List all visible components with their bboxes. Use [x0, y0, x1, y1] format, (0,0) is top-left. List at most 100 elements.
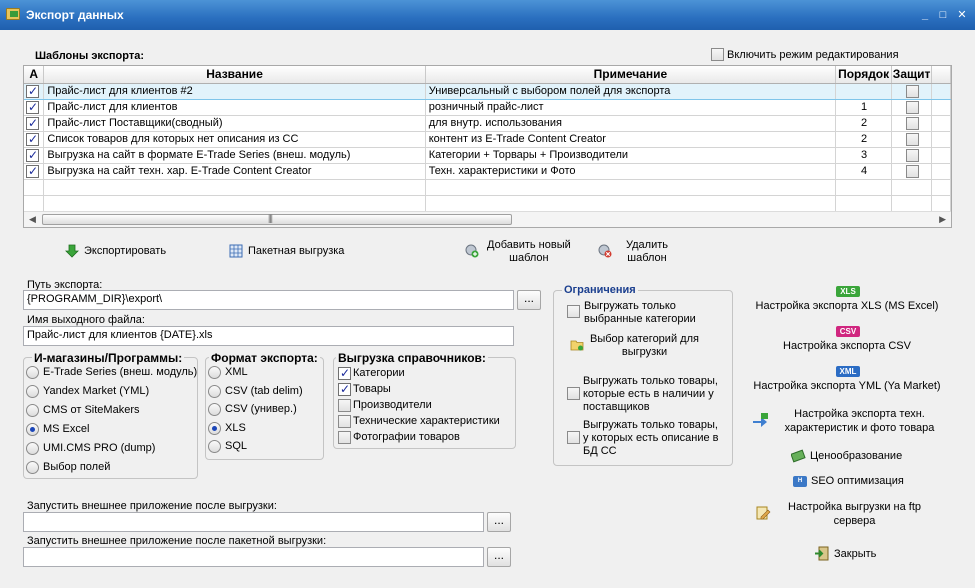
ref-checkbox[interactable] — [338, 382, 351, 396]
seo-button[interactable]: SEO оптимизация — [811, 475, 904, 487]
row-note[interactable]: Универсальный с выбором полей для экспор… — [425, 82, 837, 100]
delete-template-button[interactable]: Удалить шаблон — [598, 238, 678, 266]
pricing-button[interactable]: Ценообразование — [810, 450, 902, 462]
scroll-thumb[interactable] — [42, 213, 512, 225]
ref-checkbox[interactable] — [338, 431, 351, 444]
col-name[interactable]: Название — [43, 66, 426, 84]
maximize-button[interactable]: □ — [936, 9, 950, 21]
scroll-right-icon[interactable]: ▶ — [939, 214, 946, 225]
row-active-checkbox[interactable] — [26, 148, 39, 162]
ftp-settings-button[interactable]: Настройка выгрузки на ftp сервера — [777, 500, 932, 528]
row-protected-checkbox[interactable] — [906, 164, 920, 178]
xls-settings-button[interactable]: Настройка экспорта XLS (MS Excel) — [752, 300, 942, 312]
row-name[interactable]: Выгрузка на сайт техн. хар. E-Trade Cont… — [43, 163, 426, 180]
row-note[interactable]: Категории + Торвары + Производители — [425, 147, 837, 164]
edit-mode-checkbox[interactable] — [711, 48, 724, 61]
row-protected-checkbox[interactable] — [906, 116, 920, 130]
close-button[interactable]: Закрыть — [834, 548, 876, 560]
table-row[interactable]: Список товаров для которых нет описания … — [24, 131, 951, 148]
row-protected-checkbox[interactable] — [906, 84, 920, 98]
export-path-input[interactable]: {PROGRAMM_DIR}\export\ — [23, 290, 514, 310]
row-note[interactable]: розничный прайс-лист — [425, 99, 837, 116]
only-selected-categories-checkbox[interactable] — [567, 305, 580, 318]
only-in-stock-checkbox[interactable] — [567, 387, 580, 400]
choose-categories-button[interactable]: Выбор категорий для выгрузки — [570, 332, 720, 360]
ref-checkbox[interactable] — [338, 415, 351, 428]
row-active-checkbox[interactable] — [26, 100, 39, 114]
close-window-button[interactable]: ✕ — [955, 9, 969, 21]
external-after-browse-button[interactable]: ... — [487, 512, 511, 532]
row-protected-cell[interactable] — [891, 99, 933, 116]
col-note[interactable]: Примечание — [425, 66, 837, 84]
tech-settings-button[interactable]: Настройка экспорта техн. характеристик и… — [772, 407, 947, 435]
row-name[interactable]: Список товаров для которых нет описания … — [43, 131, 426, 148]
row-active-cell[interactable] — [24, 99, 45, 116]
row-order[interactable] — [835, 82, 893, 100]
row-name[interactable]: Прайс-лист для клиентов #2 — [43, 82, 426, 100]
table-row[interactable]: Выгрузка на сайт техн. хар. E-Trade Cont… — [24, 163, 951, 180]
row-order[interactable]: 3 — [835, 147, 893, 164]
templates-grid[interactable]: A Название Примечание Порядок Защит Прай… — [23, 65, 952, 228]
row-note[interactable]: для внутр. использования — [425, 115, 837, 132]
minimize-button[interactable]: _ — [918, 9, 932, 21]
output-file-input[interactable]: Прайс-лист для клиентов {DATE}.xls — [23, 326, 514, 346]
format-radio[interactable] — [208, 366, 221, 379]
table-row[interactable]: Выгрузка на сайт в формате E-Trade Serie… — [24, 147, 951, 164]
row-active-cell[interactable] — [24, 115, 45, 132]
row-active-cell[interactable] — [24, 82, 45, 100]
table-row[interactable]: Прайс-лист Поставщики(сводный)для внутр.… — [24, 115, 951, 132]
table-row[interactable]: Прайс-лист для клиентов #2Универсальный … — [24, 82, 951, 100]
shop-radio[interactable] — [26, 404, 39, 417]
format-radio[interactable] — [208, 440, 221, 453]
row-active-cell[interactable] — [24, 147, 45, 164]
yml-settings-button[interactable]: Настройка экспорта YML (Ya Market) — [752, 380, 942, 392]
ref-checkbox[interactable] — [338, 399, 351, 412]
row-protected-checkbox[interactable] — [906, 100, 920, 114]
export-path-browse-button[interactable]: ... — [517, 290, 541, 310]
row-note[interactable]: контент из E-Trade Content Creator — [425, 131, 837, 148]
only-with-description-label: Выгружать только товары, у которых есть … — [583, 419, 719, 457]
row-active-checkbox[interactable] — [26, 84, 39, 98]
external-after-batch-input[interactable] — [23, 547, 484, 567]
row-active-cell[interactable] — [24, 131, 45, 148]
row-protected-cell[interactable] — [891, 82, 933, 100]
shop-radio[interactable] — [26, 385, 39, 398]
format-radio[interactable] — [208, 403, 221, 416]
shop-radio[interactable] — [26, 423, 39, 436]
col-protected[interactable]: Защит — [891, 66, 933, 84]
csv-settings-button[interactable]: Настройка экспорта CSV — [752, 340, 942, 352]
row-name[interactable]: Прайс-лист для клиентов — [43, 99, 426, 116]
shop-radio[interactable] — [26, 442, 39, 455]
scroll-left-icon[interactable]: ◀ — [29, 214, 36, 225]
row-name[interactable]: Прайс-лист Поставщики(сводный) — [43, 115, 426, 132]
row-protected-checkbox[interactable] — [906, 132, 920, 146]
row-note[interactable]: Техн. характеристики и Фото — [425, 163, 837, 180]
format-radio[interactable] — [208, 384, 221, 398]
row-order[interactable]: 2 — [835, 131, 893, 148]
external-after-input[interactable] — [23, 512, 484, 532]
format-radio[interactable] — [208, 421, 221, 435]
col-order[interactable]: Порядок — [835, 66, 893, 84]
shop-radio[interactable] — [26, 461, 39, 474]
row-order[interactable]: 1 — [835, 99, 893, 116]
only-with-description-checkbox[interactable] — [567, 431, 580, 444]
horizontal-scrollbar[interactable]: ◀ ▶ — [24, 211, 951, 227]
row-protected-cell[interactable] — [891, 115, 933, 132]
add-template-button[interactable]: Добавить новый шаблон — [465, 238, 580, 266]
row-active-checkbox[interactable] — [26, 132, 39, 146]
row-active-cell[interactable] — [24, 163, 45, 180]
row-protected-checkbox[interactable] — [906, 148, 920, 162]
row-active-checkbox[interactable] — [26, 116, 39, 130]
table-row[interactable]: Прайс-лист для клиентоврозничный прайс-л… — [24, 99, 951, 116]
shop-radio[interactable] — [26, 366, 39, 379]
row-order[interactable]: 2 — [835, 115, 893, 132]
row-active-checkbox[interactable] — [26, 164, 39, 178]
row-order[interactable]: 4 — [835, 163, 893, 180]
col-active[interactable]: A — [24, 66, 45, 84]
external-after-batch-browse-button[interactable]: ... — [487, 547, 511, 567]
row-protected-cell[interactable] — [891, 147, 933, 164]
row-name[interactable]: Выгрузка на сайт в формате E-Trade Serie… — [43, 147, 426, 164]
ref-checkbox[interactable] — [338, 366, 351, 380]
row-protected-cell[interactable] — [891, 131, 933, 148]
row-protected-cell[interactable] — [891, 163, 933, 180]
